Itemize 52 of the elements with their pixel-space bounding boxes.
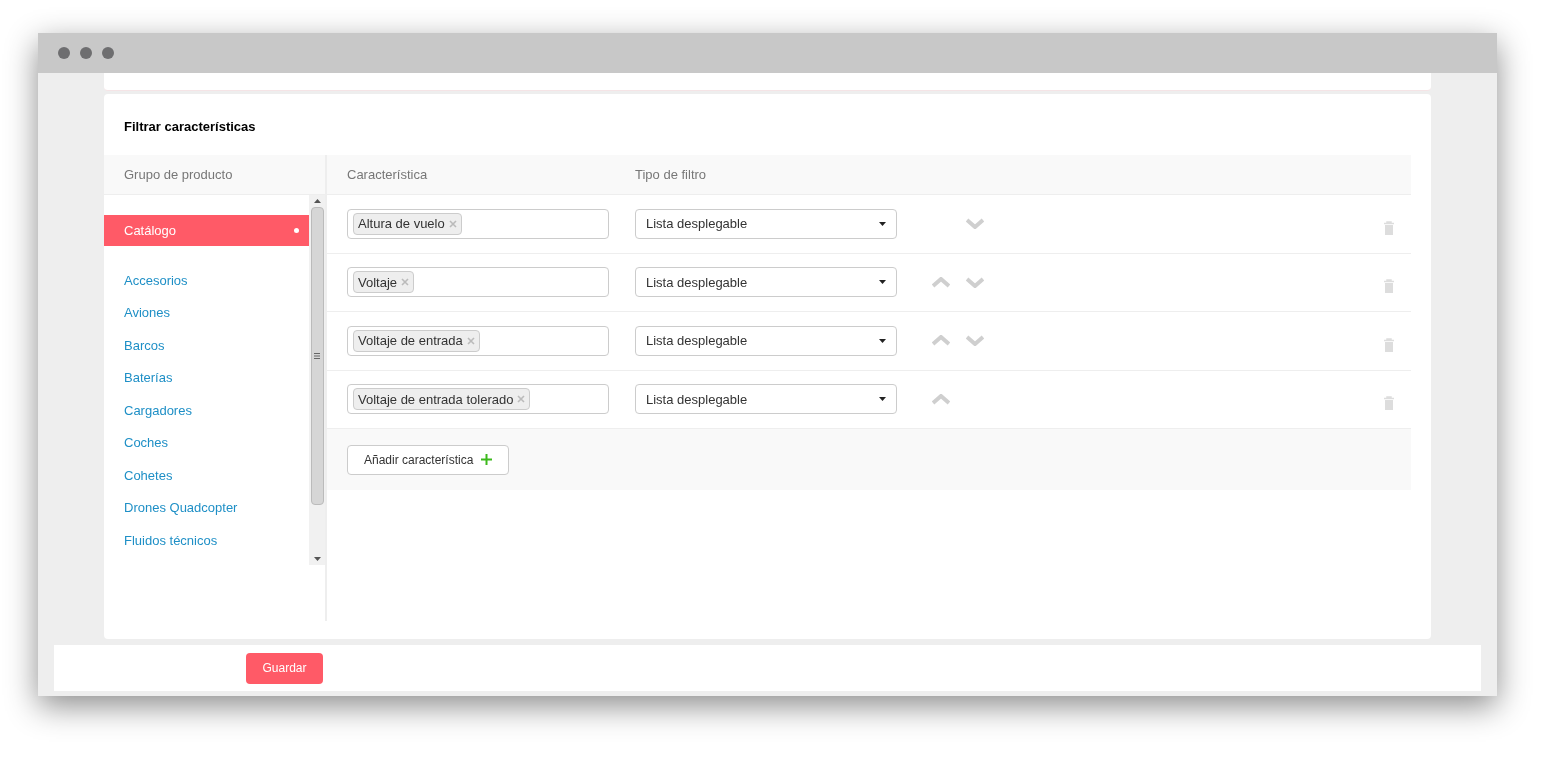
filter-type-dropdown[interactable]: Lista desplegable xyxy=(635,325,897,356)
grip-icon xyxy=(314,353,320,359)
characteristic-field[interactable]: Voltaje xyxy=(347,267,609,298)
scrollbar-thumb[interactable] xyxy=(310,207,324,505)
chevron-down-icon[interactable] xyxy=(966,276,984,288)
chevron-down-icon[interactable] xyxy=(966,218,984,230)
characteristic-tag: Voltaje de entrada tolerado xyxy=(353,388,531,411)
characteristic-tag: Voltaje de entrada xyxy=(353,329,480,352)
caret-icon xyxy=(879,338,886,343)
filter-type-dropdown[interactable]: Lista desplegable xyxy=(635,267,897,298)
column-header: Tipo de filtro xyxy=(635,165,707,184)
group-item[interactable]: Coches xyxy=(104,426,309,459)
characteristic-field[interactable]: Voltaje de entrada tolerado xyxy=(347,384,609,415)
scrollbar[interactable] xyxy=(309,195,325,565)
trash-icon[interactable] xyxy=(1383,337,1395,352)
remove-icon[interactable] xyxy=(517,395,526,404)
characteristic-tag: Altura de vuelo xyxy=(353,212,462,235)
group-item[interactable]: Catálogo xyxy=(104,215,309,246)
card-title: Filtrar características xyxy=(124,117,256,136)
trash-icon[interactable] xyxy=(1383,220,1395,235)
filter-type-dropdown[interactable]: Lista desplegable xyxy=(635,208,897,239)
column-header: Característica xyxy=(347,165,429,184)
remove-icon[interactable] xyxy=(401,278,410,287)
caret-icon xyxy=(879,397,886,402)
chevron-up-icon[interactable] xyxy=(932,276,950,288)
chevron-down-icon[interactable] xyxy=(966,335,984,347)
trash-icon[interactable] xyxy=(1383,279,1395,294)
characteristic-tag: Voltaje xyxy=(353,271,415,294)
group-item[interactable]: Aviones xyxy=(104,296,309,329)
characteristic-field[interactable]: Voltaje de entrada xyxy=(347,325,609,356)
caret-icon xyxy=(879,280,886,285)
trash-icon[interactable] xyxy=(1383,396,1395,411)
remove-icon[interactable] xyxy=(448,219,457,228)
group-item[interactable]: Drones Quadcopter xyxy=(104,491,309,524)
group-item[interactable]: Fluidos técnicos xyxy=(104,524,309,557)
characteristic-field[interactable]: Altura de vuelo xyxy=(347,208,609,239)
remove-icon[interactable] xyxy=(466,336,475,345)
plus-icon xyxy=(481,454,493,465)
group-item[interactable]: Cargadores xyxy=(104,394,309,427)
scroll-up-icon[interactable] xyxy=(313,199,321,203)
add-characteristic-button[interactable]: Añadir característica xyxy=(347,444,510,475)
caret-icon xyxy=(879,221,886,226)
group-item[interactable]: Cohetes xyxy=(104,459,309,492)
group-item[interactable]: Baterías xyxy=(104,361,309,394)
chevron-up-icon[interactable] xyxy=(932,393,950,405)
save-button[interactable]: Guardar xyxy=(246,652,323,684)
filter-type-dropdown[interactable]: Lista desplegable xyxy=(635,384,897,415)
group-item[interactable]: Accesorios xyxy=(104,264,309,297)
group-item[interactable]: Barcos xyxy=(104,329,309,362)
column-header: Grupo de producto xyxy=(124,165,233,184)
chevron-up-icon[interactable] xyxy=(932,335,950,347)
scroll-down-icon[interactable] xyxy=(313,557,321,561)
